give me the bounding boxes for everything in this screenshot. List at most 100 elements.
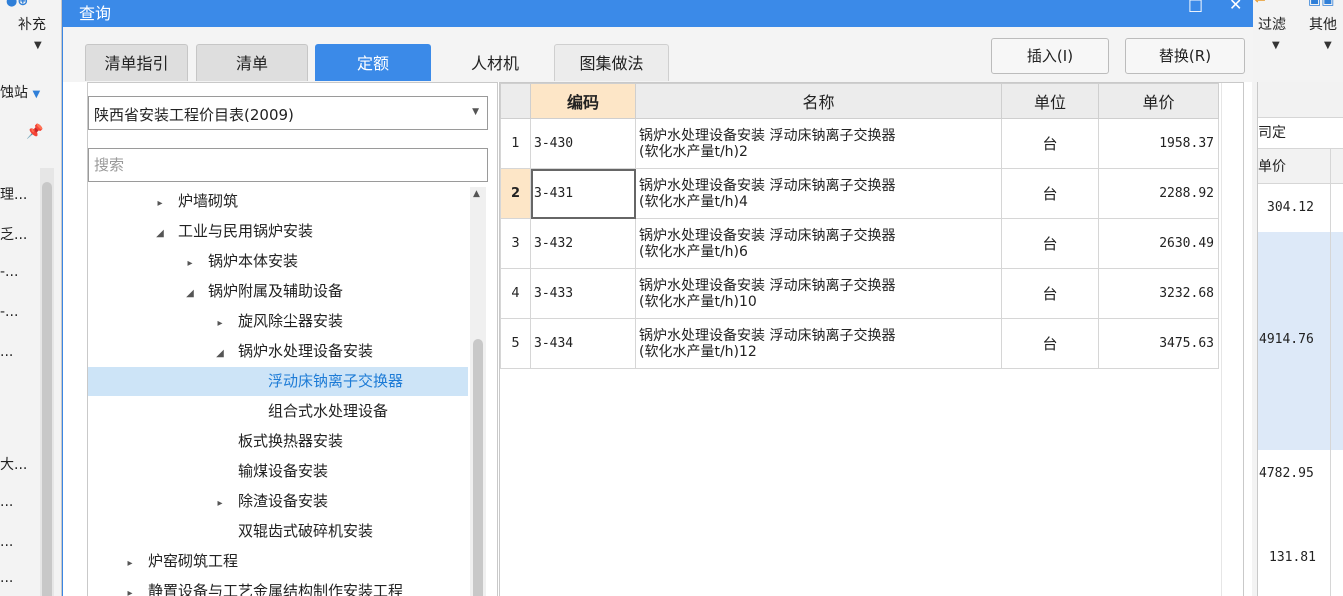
chevron-down-icon[interactable]: ▼ [34, 40, 42, 51]
tree-item[interactable]: 板式换热器安装 [88, 427, 468, 456]
tree-item[interactable]: 浮动床钠离子交换器 [88, 367, 468, 396]
cell-code[interactable]: 3-430 [530, 118, 636, 169]
library-select[interactable]: 陕西省安装工程价目表(2009) ▼ [88, 96, 488, 130]
list-item: ... [0, 344, 14, 360]
chevron-down-icon[interactable]: ▼ [1324, 40, 1332, 51]
expand-icon[interactable]: ▸ [124, 580, 136, 596]
table-row[interactable]: 4 3-433 锅炉水处理设备安装 浮动床钠离子交换器 (软化水产量t/h)10 台 32… [500, 268, 1219, 319]
expand-icon[interactable]: ▸ [154, 190, 166, 218]
tree-item[interactable]: ▸ 炉窑砌筑工程 [88, 547, 468, 576]
tree-item[interactable]: 组合式水处理设备 [88, 397, 468, 426]
row-number[interactable]: 3 [500, 218, 531, 269]
header-price[interactable]: 单价 [1098, 83, 1219, 119]
tree-item[interactable]: ◢ 锅炉附属及辅助设备 [88, 277, 468, 306]
cell-price[interactable]: 3475.63 [1098, 318, 1219, 369]
cell-name[interactable]: 锅炉水处理设备安装 浮动床钠离子交换器 (软化水产量t/h)12 [635, 318, 1002, 369]
list-item: -... [0, 304, 19, 320]
chevron-down-icon[interactable]: ▼ [472, 107, 479, 117]
header-row-number [500, 83, 531, 119]
left-scrollbar[interactable] [40, 168, 54, 596]
expand-icon[interactable]: ▸ [184, 250, 196, 278]
cell-price[interactable]: 2288.92 [1098, 168, 1219, 219]
tree-item-label: 板式换热器安装 [238, 432, 344, 450]
other-icon[interactable]: ▣▣ [1308, 0, 1334, 8]
cell-price[interactable]: 3232.68 [1098, 268, 1219, 319]
expand-icon[interactable]: ▸ [214, 490, 226, 518]
cell-unit[interactable]: 台 [1001, 268, 1099, 319]
row-number[interactable]: 1 [500, 118, 531, 169]
tab-labor-material-machine[interactable]: 人材机 [439, 44, 551, 81]
station-dropdown[interactable]: 蚀站 ▼ [0, 82, 40, 102]
tree-item[interactable]: 双辊齿式破碎机安装 [88, 517, 468, 546]
expand-icon[interactable]: ▸ [124, 550, 136, 578]
cell-name[interactable]: 锅炉水处理设备安装 浮动床钠离子交换器 (软化水产量t/h)6 [635, 218, 1002, 269]
tree-item-label: 锅炉附属及辅助设备 [208, 282, 344, 300]
cell-unit[interactable]: 台 [1001, 168, 1099, 219]
search-input[interactable] [88, 148, 488, 182]
quota-table: 编码 名称 单位 单价 1 3-430 锅炉水处理设备安装 浮动床钠离子交换器 (软化… [500, 83, 1219, 369]
other-button[interactable]: 其他 [1309, 14, 1337, 34]
scroll-up-icon[interactable]: ▲ [473, 189, 480, 199]
collapse-icon[interactable]: ◢ [154, 220, 166, 248]
row-number[interactable]: 4 [500, 268, 531, 319]
tree-item[interactable]: ▸ 炉墙砌筑 [88, 187, 468, 216]
supplement-button[interactable]: 补充 [18, 14, 46, 34]
dialog-title: 查询 [79, 4, 112, 23]
cell-price[interactable]: 2630.49 [1098, 218, 1219, 269]
header-code[interactable]: 编码 [530, 83, 636, 119]
tree-item[interactable]: ▸ 除渣设备安装 [88, 487, 468, 516]
table-row[interactable]: 5 3-434 锅炉水处理设备安装 浮动床钠离子交换器 (软化水产量t/h)12 台 34… [500, 318, 1219, 369]
supplement-icon[interactable]: ●⊕ [6, 0, 28, 9]
cell-name-line1: 锅炉水处理设备安装 浮动床钠离子交换器 [639, 277, 896, 294]
cell-name[interactable]: 锅炉水处理设备安装 浮动床钠离子交换器 (软化水产量t/h)2 [635, 118, 1002, 169]
table-scrollbar[interactable] [1221, 83, 1243, 596]
cell-unit[interactable]: 台 [1001, 318, 1099, 369]
tree-item[interactable]: ▸ 静置设备与工艺金属结构制作安装工程 [88, 577, 468, 596]
tree-scrollbar[interactable]: ▲ [470, 187, 486, 596]
tree-item[interactable]: ▸ 锅炉本体安装 [88, 247, 468, 276]
tree-item[interactable]: ◢ 锅炉水处理设备安装 [88, 337, 468, 366]
tree-item[interactable]: ◢ 工业与民用锅炉安装 [88, 217, 468, 246]
collapse-icon[interactable]: ◢ [184, 280, 196, 308]
cell-code[interactable]: 3-433 [530, 268, 636, 319]
background-left-toolbar: ●⊕ 补充 ▼ 蚀站 ▼ 📌 理... 乏... -... -... ... 大… [0, 0, 62, 596]
tree-item[interactable]: 输煤设备安装 [88, 457, 468, 486]
header-name[interactable]: 名称 [635, 83, 1002, 119]
cell-name[interactable]: 锅炉水处理设备安装 浮动床钠离子交换器 (软化水产量t/h)4 [635, 168, 1002, 219]
filter-button[interactable]: 过滤 [1258, 14, 1286, 34]
replace-button[interactable]: 替换(R) [1125, 38, 1245, 74]
expand-icon[interactable]: ▸ [214, 310, 226, 338]
tree-item[interactable]: ▸ 旋风除尘器安装 [88, 307, 468, 336]
dialog-titlebar[interactable]: 查询 □ ✕ [63, 0, 1253, 27]
grid-cell-price: 304.12 [1267, 200, 1314, 215]
pin-icon[interactable]: 📌 [26, 124, 43, 140]
cell-code[interactable]: 3-434 [530, 318, 636, 369]
cell-code[interactable]: 3-432 [530, 218, 636, 269]
filter-icon[interactable]: ⇐ [1254, 0, 1266, 8]
tab-quota[interactable]: 定额 [315, 44, 431, 81]
restore-icon[interactable]: □ [1188, 0, 1203, 14]
table-row[interactable]: 2 3-431 锅炉水处理设备安装 浮动床钠离子交换器 (软化水产量t/h)4 台 228… [500, 168, 1219, 219]
cell-code[interactable]: 3-431 [530, 168, 636, 219]
tab-bill[interactable]: 清单 [196, 44, 308, 81]
grid-cell-price: 4782.95 [1259, 466, 1314, 481]
row-number[interactable]: 2 [500, 168, 531, 219]
scrollbar-thumb[interactable] [473, 339, 483, 596]
chevron-down-icon[interactable]: ▼ [1272, 40, 1280, 51]
cell-name[interactable]: 锅炉水处理设备安装 浮动床钠离子交换器 (软化水产量t/h)10 [635, 268, 1002, 319]
collapse-icon[interactable]: ◢ [214, 340, 226, 368]
tree-item-label: 锅炉水处理设备安装 [238, 342, 374, 360]
insert-button[interactable]: 插入(I) [991, 38, 1109, 74]
table-row[interactable]: 1 3-430 锅炉水处理设备安装 浮动床钠离子交换器 (软化水产量t/h)2 台 195… [500, 118, 1219, 169]
cell-unit[interactable]: 台 [1001, 118, 1099, 169]
tree-item-label: 旋风除尘器安装 [238, 312, 344, 330]
tab-atlas-method[interactable]: 图集做法 [554, 44, 669, 81]
table-row[interactable]: 3 3-432 锅炉水处理设备安装 浮动床钠离子交换器 (软化水产量t/h)6 台 263… [500, 218, 1219, 269]
close-icon[interactable]: ✕ [1229, 0, 1242, 14]
tab-bill-guide[interactable]: 清单指引 [85, 44, 188, 81]
header-unit[interactable]: 单位 [1001, 83, 1099, 119]
grid-cell-price: 4914.76 [1259, 332, 1314, 347]
cell-unit[interactable]: 台 [1001, 218, 1099, 269]
cell-price[interactable]: 1958.37 [1098, 118, 1219, 169]
row-number[interactable]: 5 [500, 318, 531, 369]
